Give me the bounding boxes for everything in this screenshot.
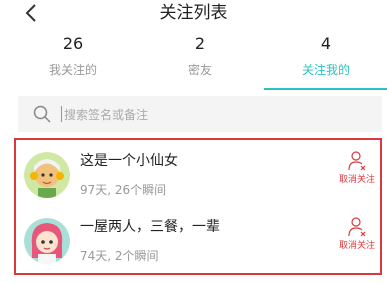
tab-bar: 26 我关注的 2 密友 4 关注我的 [0, 34, 387, 90]
tab-close-friends-label: 密友 [187, 63, 212, 77]
avatar-image [24, 218, 70, 264]
page-title: 关注列表 [159, 3, 228, 23]
follower-meta: 97天, 26个瞬间 [80, 183, 167, 197]
follower-name: 这是一个小仙女 [80, 153, 178, 169]
top-bar: 关注列表 [0, 0, 387, 30]
tab-close-friends[interactable]: 2 密友 [145, 34, 255, 78]
avatar-image [24, 152, 70, 198]
tab-following[interactable]: 26 我关注的 [18, 34, 128, 78]
list-item[interactable]: 这是一个小仙女 97天, 26个瞬间 取消关注 [16, 142, 380, 208]
followers-list: 这是一个小仙女 97天, 26个瞬间 取消关注 一屋两人，三餐，一辈 74天, … [14, 138, 382, 275]
search-input[interactable] [62, 102, 366, 128]
follower-meta: 74天, 2个瞬间 [80, 249, 159, 263]
tab-followers-label: 关注我的 [301, 63, 350, 77]
unfollow-button[interactable]: 取消关注 [334, 150, 380, 186]
search-icon [33, 105, 51, 123]
follower-name: 一屋两人，三餐，一辈 [80, 219, 220, 235]
active-tab-indicator [264, 88, 387, 90]
unfollow-label: 取消关注 [338, 241, 375, 251]
tab-close-friends-count: 2 [194, 34, 206, 53]
avatar[interactable] [24, 218, 70, 264]
unfollow-button[interactable]: 取消关注 [334, 216, 380, 252]
unfollow-label: 取消关注 [338, 175, 375, 185]
avatar[interactable] [24, 152, 70, 198]
tab-following-label: 我关注的 [48, 63, 97, 77]
tab-following-count: 26 [62, 34, 84, 53]
search-bar[interactable] [18, 96, 382, 132]
unfollow-person-icon [348, 217, 366, 237]
unfollow-person-icon [348, 151, 366, 171]
list-item[interactable]: 一屋两人，三餐，一辈 74天, 2个瞬间 取消关注 [16, 208, 380, 274]
tab-followers-count: 4 [320, 34, 332, 53]
tab-followers[interactable]: 4 关注我的 [271, 34, 381, 78]
